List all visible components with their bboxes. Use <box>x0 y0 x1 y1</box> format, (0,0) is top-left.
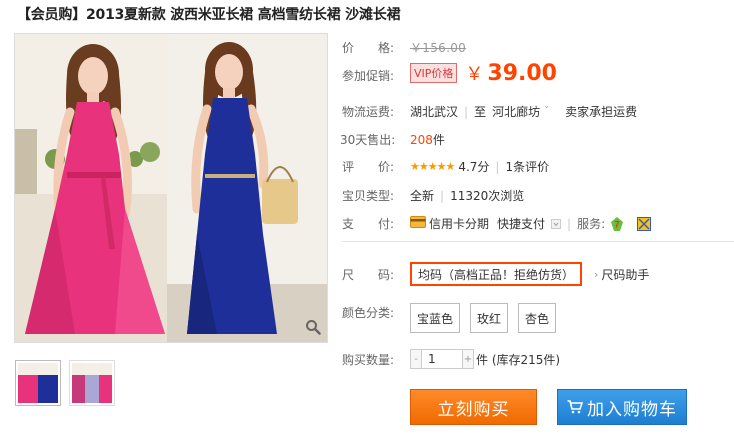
review-count[interactable]: 1条评价 <box>505 158 549 175</box>
size-row: 尺 码: <box>342 266 394 283</box>
rating-label: 评 价: <box>342 160 395 174</box>
zoom-button[interactable] <box>302 317 324 339</box>
color-row: 颜色分类: <box>342 304 394 321</box>
sales-unit: 件 <box>432 133 445 147</box>
currency-symbol: ￥ <box>465 64 484 85</box>
size-option-selected[interactable]: 均码（高档正品！拒绝仿货） <box>410 262 583 286</box>
service-label: 服务: <box>577 217 606 231</box>
payment-info: 信用卡分期 快捷支付 | 服务: 7 <box>410 215 652 232</box>
rating-score: 4.7分 <box>458 160 490 174</box>
buy-now-button[interactable]: 立刻购买 <box>410 389 537 425</box>
shipping-row: 物流运费: <box>342 103 394 120</box>
payment-dropdown-icon[interactable] <box>551 218 562 229</box>
add-to-cart-label: 加入购物车 <box>587 399 677 420</box>
thumbnail-2[interactable] <box>69 360 115 406</box>
quantity-increase-button[interactable]: + <box>462 349 474 369</box>
stock-info: 件 (库存215件) <box>476 352 561 367</box>
add-to-cart-button[interactable]: 加入购物车 <box>557 389 687 425</box>
item-condition: 全新 <box>410 189 435 203</box>
type-label: 宝贝类型: <box>342 189 395 203</box>
shipping-fee: 卖家承担运费 <box>565 105 638 119</box>
promo-price-number: 39.00 <box>487 61 557 86</box>
cart-icon <box>567 400 583 414</box>
service-guarantee-icon[interactable] <box>637 216 652 231</box>
main-product-image[interactable] <box>14 33 328 343</box>
type-info: 全新 | 11320次浏览 <box>410 187 524 204</box>
service-7day-icon[interactable]: 7 <box>609 216 625 232</box>
thumbnail-1[interactable] <box>15 360 61 406</box>
shipping-label: 物流运费: <box>342 105 395 119</box>
payment-row: 支 付: <box>342 215 394 232</box>
type-row: 宝贝类型: <box>342 187 394 204</box>
sales-label: 30天售出: <box>340 133 396 147</box>
rating-info: ★★★★★ 4.7分 | 1条评价 <box>410 158 549 175</box>
view-count: 11320次浏览 <box>450 189 525 203</box>
search-zoom-icon <box>305 319 321 338</box>
rating-row: 评 价: <box>342 158 394 175</box>
dropdown-icon[interactable]: ˇ <box>544 106 549 117</box>
size-option-label: 均码（高档正品！拒绝仿货） <box>418 267 575 282</box>
size-label: 尺 码: <box>342 268 395 282</box>
buy-now-label: 立刻购买 <box>437 399 510 420</box>
sales-row: 30天售出: <box>340 131 395 148</box>
shipping-to-prefix: 至 <box>474 105 487 119</box>
installment-method[interactable]: 信用卡分期 <box>429 215 489 232</box>
color-option-apricot[interactable]: 杏色 <box>518 303 557 333</box>
credit-card-icon <box>410 216 426 231</box>
promo-label: 参加促销: <box>342 69 395 83</box>
price-label: 价 格: <box>342 41 395 55</box>
color-option-label: 杏色 <box>525 311 550 326</box>
quantity-row: 购买数量: <box>342 351 394 368</box>
product-title: 【会员购】2013夏新款 波西米亚长裙 高档雪纺长裙 沙滩长裙 <box>17 7 401 23</box>
color-option-rose-red[interactable]: 玫红 <box>470 303 509 333</box>
svg-text:7: 7 <box>615 219 620 229</box>
quantity-stepper: - 1 + <box>410 349 474 369</box>
vip-price-tag: VIP价格 <box>410 63 458 83</box>
price-row: 价 格: <box>342 39 394 56</box>
promo-row: 参加促销: <box>342 67 394 84</box>
color-label: 颜色分类: <box>342 306 395 320</box>
quantity-decrease-button[interactable]: - <box>410 349 422 369</box>
color-options: 宝蓝色 玫红 杏色 <box>410 303 557 333</box>
quick-pay[interactable]: 快捷支付 <box>497 215 545 232</box>
color-option-royal-blue[interactable]: 宝蓝色 <box>410 303 461 333</box>
type-separator: | <box>440 188 445 203</box>
size-helper-arrow-icon: › <box>594 267 599 281</box>
sales-count: 208 <box>410 132 433 147</box>
promo-price-value: ￥ 39.00 <box>465 60 557 86</box>
size-options: 均码（高档正品！拒绝仿货） › 尺码助手 <box>410 262 649 286</box>
rating-stars: ★★★★★ <box>410 160 455 173</box>
shipping-destination[interactable]: 河北廊坊 <box>492 103 540 120</box>
shipping-separator: | <box>464 104 469 119</box>
quantity-input[interactable]: 1 <box>422 349 462 369</box>
color-option-label: 宝蓝色 <box>417 311 454 326</box>
thumbnail-strip <box>15 360 115 406</box>
section-divider <box>342 241 734 242</box>
original-price-value: ￥156.00 <box>410 41 467 55</box>
sales-info: 208 件 <box>410 131 445 148</box>
rating-separator: | <box>495 159 500 174</box>
blue-dress-photo <box>167 34 327 342</box>
shipping-from: 湖北武汉 <box>410 105 459 119</box>
size-helper-link[interactable]: 尺码助手 <box>601 266 649 283</box>
color-option-label: 玫红 <box>477 311 502 326</box>
quantity-label: 购买数量: <box>342 353 395 367</box>
shipping-info: 湖北武汉 | 至 河北廊坊 ˇ 卖家承担运费 <box>410 103 637 120</box>
payment-label: 支 付: <box>342 217 395 231</box>
promo-price: VIP价格 ￥ 39.00 <box>410 60 557 86</box>
payment-separator: | <box>567 216 572 231</box>
quantity-control: - 1 + 件 (库存215件) <box>410 349 560 369</box>
original-price: ￥156.00 <box>410 39 466 56</box>
pink-dress-photo <box>15 34 167 342</box>
